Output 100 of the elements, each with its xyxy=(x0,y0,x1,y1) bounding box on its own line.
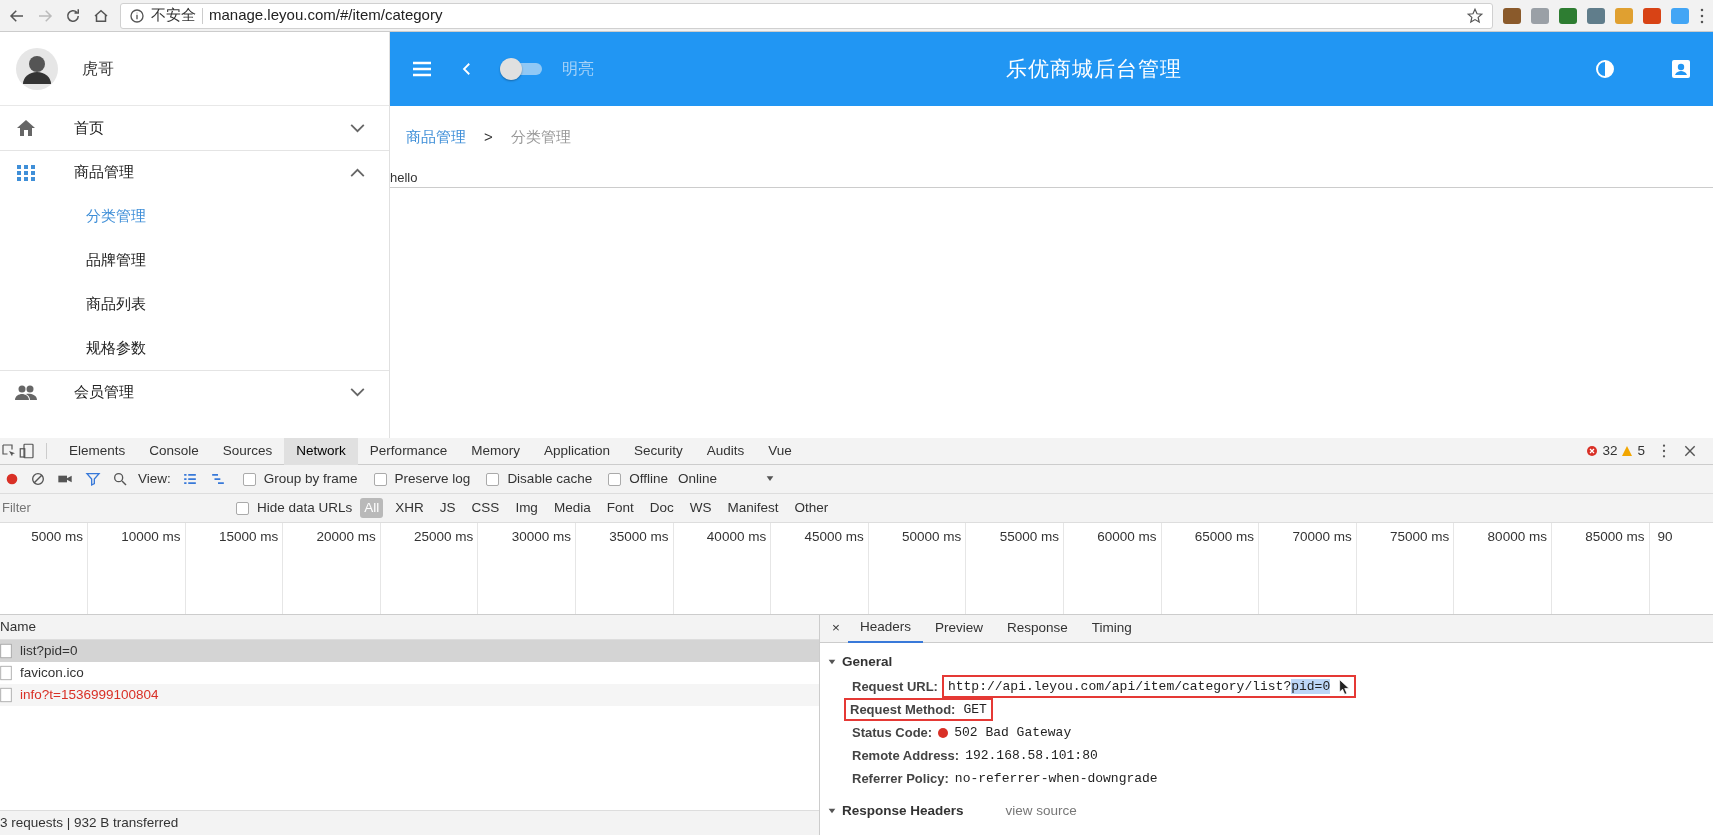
timeline-tick: 85000 ms xyxy=(1585,529,1645,544)
checkbox-option[interactable]: Hide data URLs xyxy=(236,497,353,519)
type-filter[interactable]: JS xyxy=(435,497,460,519)
timeline-tick: 35000 ms xyxy=(609,529,669,544)
devtools-tab[interactable]: Vue xyxy=(756,437,804,465)
type-filter[interactable]: Img xyxy=(511,497,542,519)
timeline-tick: 70000 ms xyxy=(1292,529,1352,544)
request-row[interactable]: favicon.ico xyxy=(0,662,819,684)
menu-item[interactable]: 首页 xyxy=(0,106,389,150)
info-icon xyxy=(129,7,145,24)
extension-icon[interactable] xyxy=(1559,7,1577,24)
breadcrumb-current: 分类管理 xyxy=(510,126,571,147)
extension-icon[interactable] xyxy=(1503,7,1521,24)
type-filter[interactable]: WS xyxy=(685,497,716,519)
timeline-tick: 55000 ms xyxy=(999,529,1059,544)
more-icon[interactable] xyxy=(1661,443,1667,459)
file-icon xyxy=(0,665,12,681)
type-filter[interactable]: Doc xyxy=(645,497,678,519)
header-name: Status Code: xyxy=(852,723,933,742)
devtools-tab[interactable]: Security xyxy=(621,437,695,465)
devtools-tab[interactable]: Application xyxy=(531,437,622,465)
close-icon[interactable] xyxy=(1683,444,1697,458)
devtools-tab[interactable]: Console xyxy=(137,437,211,465)
section-title[interactable]: General xyxy=(842,651,893,673)
header-value: 192.168.58.101:80 xyxy=(965,746,1098,765)
type-filter[interactable]: Manifest xyxy=(723,497,783,519)
toggle-label: 明亮 xyxy=(562,59,594,79)
checkbox-option[interactable]: Group by frame xyxy=(242,468,358,490)
breadcrumb-link[interactable]: 商品管理 xyxy=(406,125,466,149)
timeline-tick: 45000 ms xyxy=(804,529,864,544)
contrast-icon[interactable] xyxy=(1593,57,1617,81)
caret-icon xyxy=(765,475,775,483)
view-label: View: xyxy=(138,469,171,488)
timeline-tick: 15000 ms xyxy=(218,529,279,544)
triangle-down-icon[interactable] xyxy=(828,658,836,666)
reload-icon[interactable] xyxy=(64,6,82,25)
type-filter[interactable]: CSS xyxy=(467,497,504,519)
throttle-select[interactable]: Online xyxy=(677,468,775,490)
extension-icon[interactable] xyxy=(1531,7,1549,24)
type-filter[interactable]: Other xyxy=(790,497,833,519)
detail-tab[interactable]: Headers xyxy=(847,614,923,643)
submenu-item[interactable]: 规格参数 xyxy=(0,326,389,370)
detail-tab[interactable]: Preview xyxy=(922,614,995,643)
devtools-tab[interactable]: Sources xyxy=(210,437,285,465)
timeline-tick: 20000 ms xyxy=(316,529,376,544)
extension-icon[interactable] xyxy=(1587,7,1605,24)
header-name: Remote Address: xyxy=(852,746,960,765)
error-count[interactable]: 32 5 xyxy=(1586,440,1645,462)
timeline-tick: 40000 ms xyxy=(706,529,767,544)
detail-tab[interactable]: Timing xyxy=(1079,614,1144,643)
type-filter[interactable]: XHR xyxy=(391,497,428,519)
filter-field[interactable]: Filter xyxy=(0,498,200,518)
section-title[interactable]: Response Headers xyxy=(842,800,964,822)
clear-icon[interactable] xyxy=(30,471,46,487)
timeline-tick: 75000 ms xyxy=(1390,529,1450,544)
device-icon[interactable] xyxy=(18,442,36,460)
devtools-tab[interactable]: Memory xyxy=(459,437,532,465)
devtools-tab[interactable]: Network xyxy=(284,437,358,465)
close-button[interactable]: × xyxy=(820,618,848,639)
request-row[interactable]: list?pid=0 xyxy=(0,640,819,662)
timeline-tick: 10000 ms xyxy=(121,529,181,544)
type-filter[interactable]: Media xyxy=(549,497,595,519)
more-icon[interactable] xyxy=(1699,6,1705,25)
warning-icon xyxy=(1621,445,1634,457)
header-value: 502 Bad Gateway xyxy=(954,723,1072,742)
submenu-item[interactable]: 商品列表 xyxy=(0,282,389,326)
devtools-tab[interactable]: Performance xyxy=(357,437,460,465)
submenu-item[interactable]: 品牌管理 xyxy=(0,238,389,282)
view-source-link[interactable]: view source xyxy=(1005,800,1077,822)
devtools-tab[interactable]: Audits xyxy=(694,437,757,465)
extension-icon[interactable] xyxy=(1671,7,1689,24)
filter-icon[interactable] xyxy=(84,471,102,487)
checkbox-option[interactable]: Preserve log xyxy=(373,468,471,490)
column-header: Name xyxy=(0,617,36,636)
account-icon[interactable] xyxy=(1669,57,1693,81)
triangle-down-icon[interactable] xyxy=(828,807,836,815)
error-icon xyxy=(1586,445,1599,457)
avatar-icon xyxy=(16,47,58,90)
cursor-icon xyxy=(1338,678,1351,695)
timeline-tick: 30000 ms xyxy=(511,529,571,544)
summary-text: 3 requests | 932 B transferred xyxy=(0,813,179,832)
detail-tab[interactable]: Response xyxy=(994,614,1080,643)
type-filter[interactable]: Font xyxy=(602,497,638,519)
search-icon[interactable] xyxy=(112,471,128,487)
menu-item[interactable]: 商品管理 xyxy=(0,150,389,194)
checkbox-option[interactable]: Offline xyxy=(608,468,668,490)
timeline-tick: 65000 ms xyxy=(1194,529,1255,544)
record-icon[interactable] xyxy=(4,471,20,487)
devtools-tab[interactable]: Elements xyxy=(57,437,138,465)
header-name: Referrer Policy: xyxy=(852,769,949,788)
status-dot-icon xyxy=(938,727,949,738)
menu-item[interactable]: 会员管理 xyxy=(0,370,389,414)
checkbox-option[interactable]: Disable cache xyxy=(486,468,593,490)
star-icon[interactable] xyxy=(1466,6,1484,25)
header-value: GET xyxy=(963,700,987,719)
request-row[interactable]: info?t=1536999100804 xyxy=(0,684,819,706)
timeline-tick: 60000 ms xyxy=(1097,529,1157,544)
extension-icon[interactable] xyxy=(1643,7,1661,24)
security-label: 不安全 xyxy=(151,5,196,26)
submenu-item[interactable]: 分类管理 xyxy=(0,194,389,238)
